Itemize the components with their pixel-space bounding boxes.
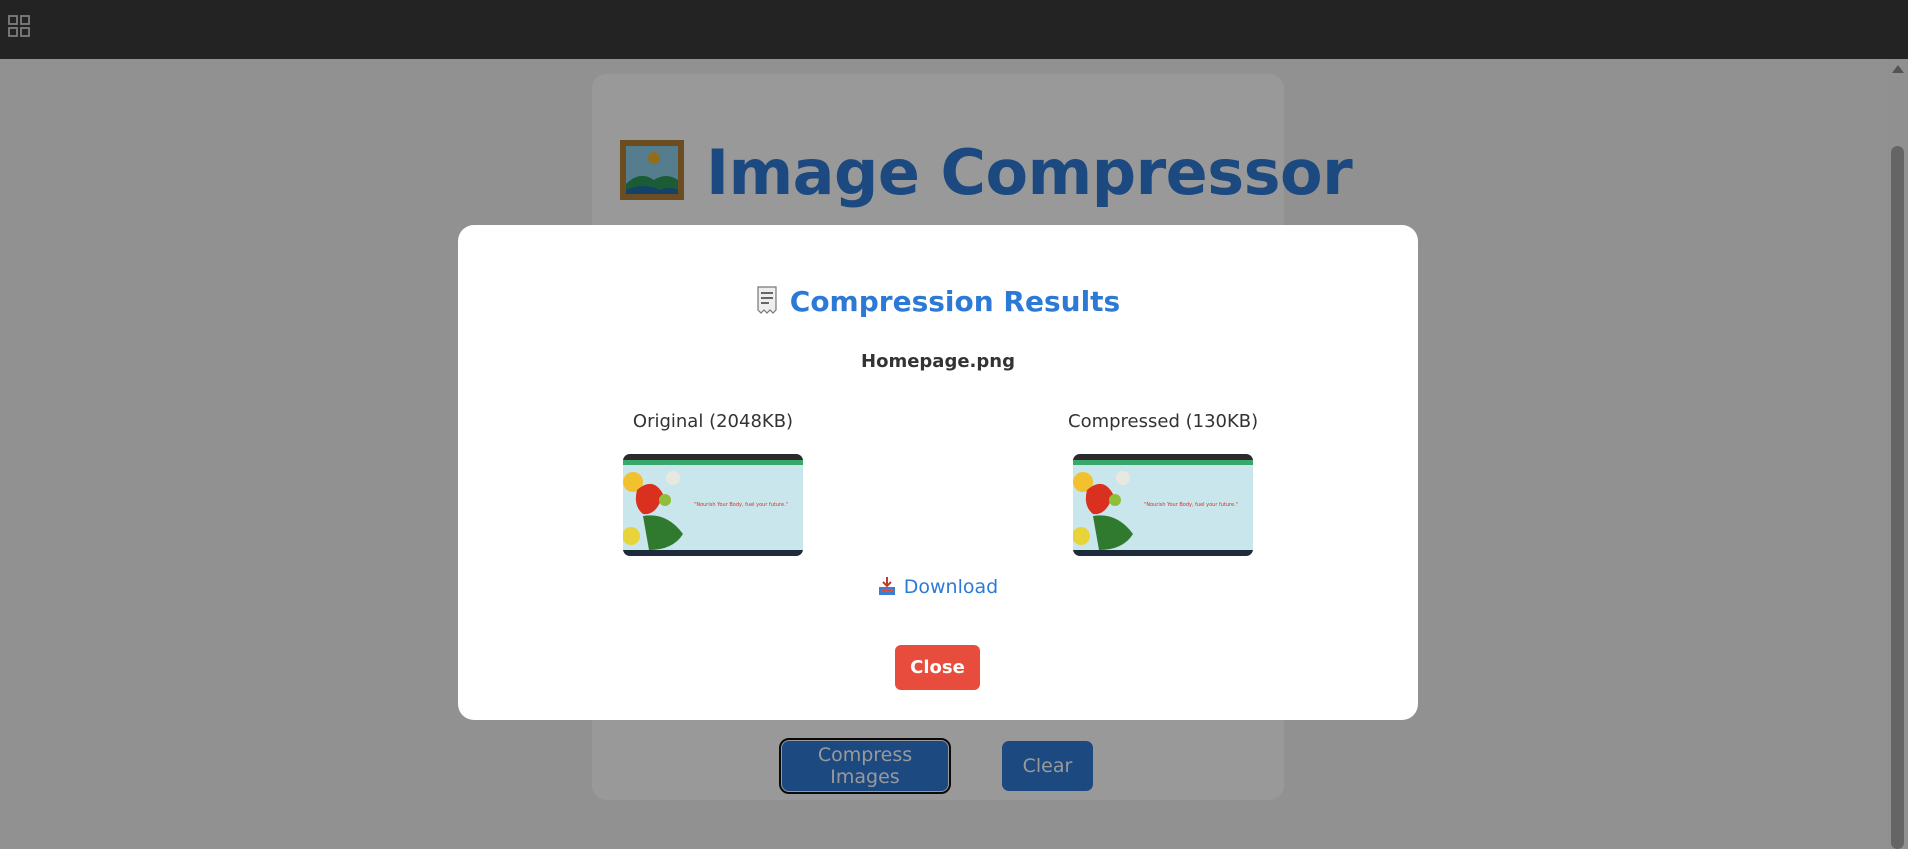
modal-title: Compression Results — [458, 285, 1418, 318]
thumbnail-text: "Nourish Your Body, fuel your future." — [694, 502, 788, 508]
compressed-column: Compressed (130KB) "Nourish Your Body, f… — [1068, 411, 1258, 556]
compressed-thumbnail: "Nourish Your Body, fuel your future." — [1073, 454, 1253, 556]
compressed-label: Compressed (130KB) — [1068, 411, 1259, 432]
download-link[interactable]: Download — [458, 576, 1418, 598]
close-button[interactable]: Close — [895, 645, 980, 690]
download-label[interactable]: Download — [904, 576, 998, 598]
original-column: Original (2048KB) "Nourish Your Body, fu… — [618, 411, 808, 556]
original-label: Original (2048KB) — [632, 411, 794, 432]
receipt-icon — [757, 286, 777, 314]
file-name: Homepage.png — [861, 351, 1015, 372]
inbox-tray-icon — [878, 577, 895, 595]
original-thumbnail: "Nourish Your Body, fuel your future." — [623, 454, 803, 556]
thumbnail-text: "Nourish Your Body, fuel your future." — [1144, 502, 1238, 508]
modal-title-text: Compression Results — [789, 285, 1121, 318]
compression-results-modal: Compression Results Homepage.png Origina… — [458, 225, 1418, 720]
